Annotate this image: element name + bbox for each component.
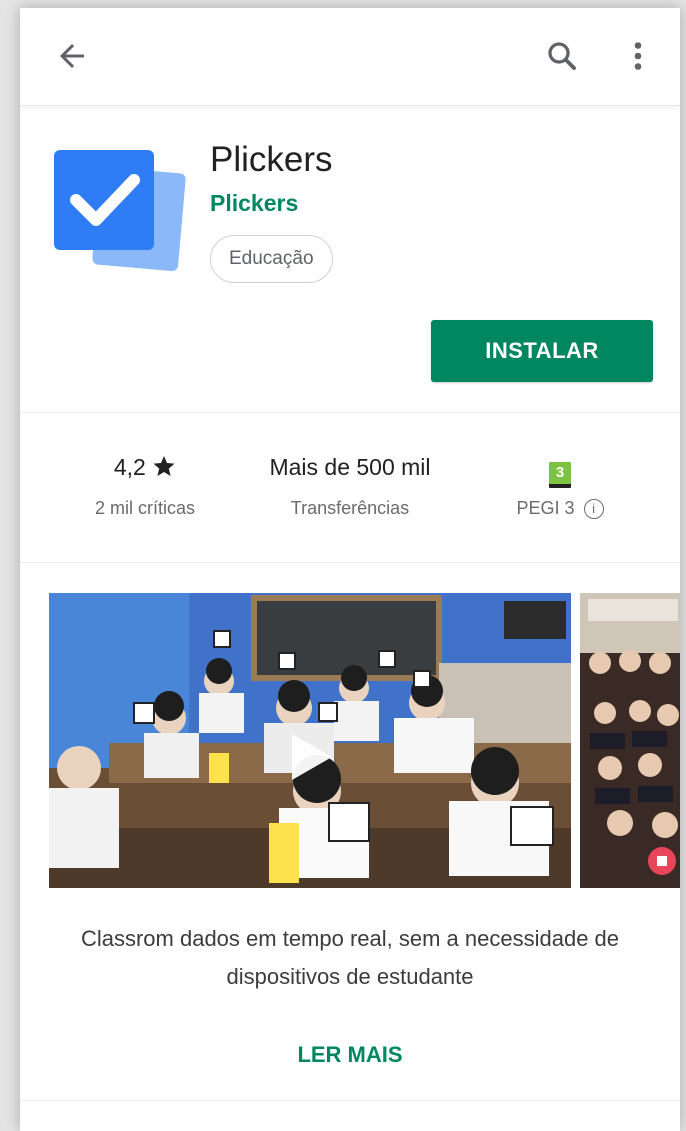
more-vert-icon[interactable] bbox=[626, 38, 650, 74]
reviews-count: 2 mil críticas bbox=[94, 498, 195, 518]
content-rating-stat[interactable]: 3 PEGI 3 i bbox=[490, 450, 630, 520]
category-chip[interactable]: Educação bbox=[210, 235, 333, 283]
pegi-label: PEGI 3 bbox=[516, 498, 575, 518]
divider bbox=[20, 1100, 680, 1101]
pegi-badge-icon: 3 bbox=[549, 462, 571, 488]
downloads-value: Mais de 500 mil bbox=[269, 454, 431, 480]
play-icon[interactable] bbox=[280, 728, 338, 786]
divider bbox=[20, 562, 680, 563]
downloads-stat: Mais de 500 mil Transferências bbox=[250, 450, 450, 519]
star-icon bbox=[153, 456, 175, 476]
app-screenshot[interactable] bbox=[580, 593, 680, 888]
students-cards-photo bbox=[580, 593, 680, 875]
divider bbox=[20, 412, 680, 413]
install-button[interactable]: INSTALAR bbox=[431, 320, 653, 382]
read-more-link[interactable]: LER MAIS bbox=[20, 1042, 680, 1068]
app-icon bbox=[54, 150, 186, 272]
app-title: Plickers bbox=[210, 140, 333, 179]
play-store-app-page: Plickers Plickers Educação INSTALAR 4,2 … bbox=[20, 8, 680, 1131]
downloads-label: Transferências bbox=[290, 498, 410, 518]
app-description: Classrom dados em tempo real, sem a nece… bbox=[80, 926, 620, 989]
info-icon[interactable]: i bbox=[583, 499, 604, 520]
developer-link[interactable]: Plickers bbox=[210, 190, 298, 217]
rating-value: 4,2 bbox=[113, 454, 146, 480]
search-icon[interactable] bbox=[544, 38, 580, 74]
top-app-bar bbox=[20, 8, 680, 106]
arrow-back-icon[interactable] bbox=[54, 38, 90, 74]
rating-stat[interactable]: 4,2 2 mil críticas bbox=[60, 450, 230, 519]
